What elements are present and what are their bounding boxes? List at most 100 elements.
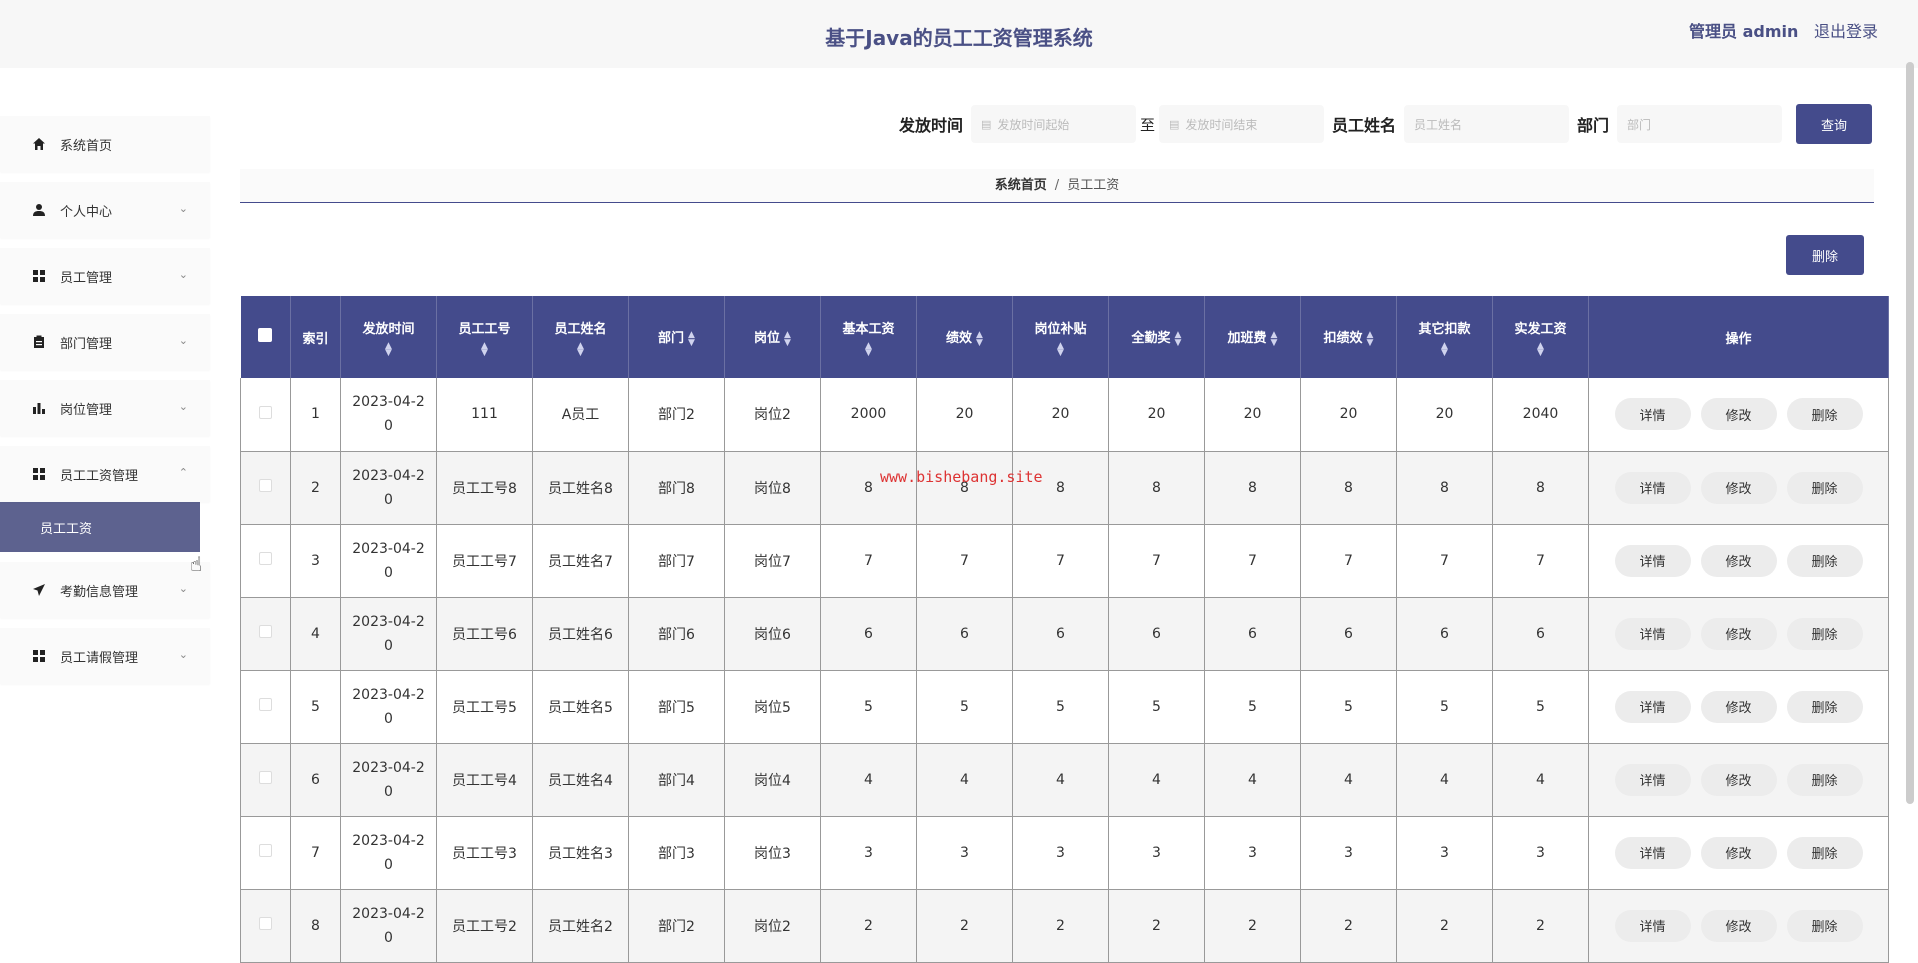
breadcrumb-current: 员工工资 [1067,178,1120,193]
cell-subsidy: 2 [1012,889,1109,963]
cell-emp-name: 员工姓名4 [532,743,629,817]
select-all-checkbox[interactable] [240,296,291,378]
delete-button[interactable]: 删除 [1786,617,1863,650]
batch-delete-button[interactable]: 删除 [1786,235,1864,275]
col-header: 操作 [1588,296,1889,378]
cell-date: 2023-04-2 0 [340,597,437,671]
sort-icon[interactable]: ▲ ▼ [1013,341,1108,357]
delete-button[interactable]: 删除 [1786,836,1863,869]
edit-button[interactable]: 修改 [1700,398,1777,431]
cell-emp-name: 员工姓名8 [532,451,629,525]
edit-button[interactable]: 修改 [1700,544,1777,577]
sort-icon[interactable]: ▲ ▼ [1175,330,1182,347]
cell-subsidy: 20 [1012,378,1109,452]
col-header[interactable]: 部门 ▲ ▼ [628,296,725,378]
sidebar-item-employees[interactable]: 员工管理 ⌄ [0,248,210,304]
page-scrollbar[interactable] [1906,62,1914,804]
delete-button[interactable]: 删除 [1786,763,1863,796]
home-icon [32,137,46,151]
breadcrumb-home[interactable]: 系统首页 [995,178,1047,193]
date-end-input[interactable]: ▤ 发放时间结束 [1158,105,1324,143]
delete-button[interactable]: 删除 [1786,398,1863,431]
sort-icon[interactable]: ▲ ▼ [341,341,436,357]
sidebar-item-profile[interactable]: 个人中心 ⌄ [0,182,210,238]
sidebar-item-label: 员工请假管理 [60,650,139,666]
sort-icon[interactable]: ▲ ▼ [533,341,628,357]
edit-button[interactable]: 修改 [1700,617,1777,650]
logout-link[interactable]: 退出登录 [1814,22,1878,41]
sort-icon[interactable]: ▲ ▼ [1271,330,1278,347]
name-input[interactable]: 员工姓名 [1403,105,1569,143]
col-header[interactable]: 岗位补贴 ▲ ▼ [1012,296,1109,378]
col-header[interactable]: 发放时间 ▲ ▼ [340,296,437,378]
row-checkbox[interactable] [240,524,291,598]
date-start-input[interactable]: ▤ 发放时间起始 [970,105,1136,143]
cell-attend: 8 [1108,451,1205,525]
col-header[interactable]: 绩效 ▲ ▼ [916,296,1013,378]
cell-actions: 详情 修改 删除 [1588,889,1889,963]
detail-button[interactable]: 详情 [1614,471,1691,504]
detail-button[interactable]: 详情 [1614,617,1691,650]
edit-button[interactable]: 修改 [1700,909,1777,942]
table-row: 2 2023-04-2 0 员工工号8 员工姓名8 部门8 岗位8 8 8 8 8 8 8 8 8 详情 修改删… [240,451,1889,525]
edit-button[interactable]: 修改 [1700,836,1777,869]
col-header[interactable]: 基本工资 ▲ ▼ [820,296,917,378]
sort-icon[interactable]: ▲ ▼ [688,330,695,347]
cell-base: 4 [820,743,917,817]
col-header[interactable]: 全勤奖 ▲ ▼ [1108,296,1205,378]
cell-perf: 7 [916,524,1013,598]
delete-button[interactable]: 删除 [1786,909,1863,942]
col-header-label: 扣绩效 [1323,331,1363,347]
detail-button[interactable]: 详情 [1614,836,1691,869]
sort-icon[interactable]: ▲ ▼ [976,330,983,347]
query-button[interactable]: 查询 [1796,104,1872,144]
col-header[interactable]: 其它扣款 ▲ ▼ [1396,296,1493,378]
sidebar-item-salary[interactable]: 员工工资管理 ⌃ [0,446,210,502]
sidebar-item-home[interactable]: 系统首页 [0,116,210,172]
edit-button[interactable]: 修改 [1700,690,1777,723]
sidebar: 系统首页 个人中心 ⌄ 员工管理 ⌄ 部门管理 ⌄ 岗位管理 ⌄ 员工工资管理 … [0,116,210,694]
detail-button[interactable]: 详情 [1614,690,1691,723]
row-checkbox[interactable] [240,378,291,452]
sort-icon[interactable]: ▲ ▼ [784,330,791,347]
sort-icon[interactable]: ▲ ▼ [437,341,532,357]
cell-overtime: 5 [1204,670,1301,744]
cell-date-line: 2023-04-2 [352,686,425,703]
cell-post: 岗位3 [724,816,821,890]
sort-icon[interactable]: ▲ ▼ [1367,330,1374,347]
sort-icon[interactable]: ▲ ▼ [821,341,916,357]
table-row: 4 2023-04-2 0 员工工号6 员工姓名6 部门6 岗位6 6 6 6 6 6 6 6 6 详情 修改删… [240,597,1889,671]
sort-icon[interactable]: ▲ ▼ [1493,341,1588,357]
delete-button[interactable]: 删除 [1786,544,1863,577]
delete-button[interactable]: 删除 [1786,690,1863,723]
edit-button[interactable]: 修改 [1700,471,1777,504]
sort-icon[interactable]: ▲ ▼ [1397,341,1492,357]
col-header[interactable]: 扣绩效 ▲ ▼ [1300,296,1397,378]
cell-index: 6 [290,743,341,817]
cell-dept: 部门2 [628,378,725,452]
col-header[interactable]: 加班费 ▲ ▼ [1204,296,1301,378]
col-header[interactable]: 实发工资 ▲ ▼ [1492,296,1589,378]
detail-button[interactable]: 详情 [1614,763,1691,796]
col-header[interactable]: 员工工号 ▲ ▼ [436,296,533,378]
delete-button[interactable]: 删除 [1786,471,1863,504]
detail-button[interactable]: 详情 [1614,909,1691,942]
col-header[interactable]: 岗位 ▲ ▼ [724,296,821,378]
row-checkbox[interactable] [240,816,291,890]
dept-input[interactable]: 部门 [1617,105,1782,143]
edit-button[interactable]: 修改 [1700,763,1777,796]
detail-button[interactable]: 详情 [1614,544,1691,577]
row-checkbox[interactable] [240,451,291,525]
row-checkbox[interactable] [240,889,291,963]
row-checkbox[interactable] [240,670,291,744]
sidebar-item-posts[interactable]: 岗位管理 ⌄ [0,380,210,436]
cell-index: 4 [290,597,341,671]
row-checkbox[interactable] [240,597,291,671]
sidebar-item-attendance[interactable]: 考勤信息管理 ⌄ [0,562,210,618]
detail-button[interactable]: 详情 [1614,398,1691,431]
row-checkbox[interactable] [240,743,291,817]
sidebar-subitem-salary[interactable]: 员工工资 [0,502,200,552]
col-header[interactable]: 员工姓名 ▲ ▼ [532,296,629,378]
sidebar-item-leave[interactable]: 员工请假管理 ⌄ [0,628,210,684]
sidebar-item-departments[interactable]: 部门管理 ⌄ [0,314,210,370]
